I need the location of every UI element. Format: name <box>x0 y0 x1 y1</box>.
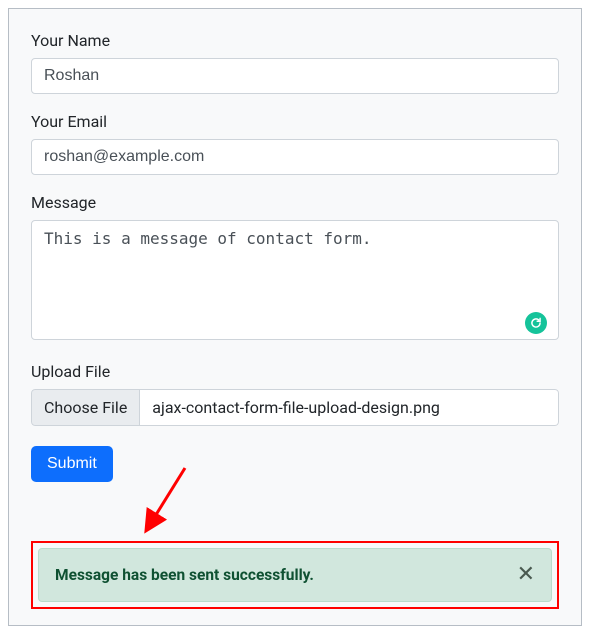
textarea-wrap <box>31 220 559 344</box>
message-group: Message <box>31 193 559 344</box>
file-name-display: ajax-contact-form-file-upload-design.png <box>140 389 559 426</box>
submit-button[interactable]: Submit <box>31 446 113 482</box>
name-input[interactable] <box>31 58 559 94</box>
email-group: Your Email <box>31 112 559 175</box>
alert-text: Message has been sent successfully. <box>55 566 314 584</box>
annotation-arrow-icon <box>135 460 195 540</box>
close-icon[interactable]: ✕ <box>517 564 535 586</box>
file-input-row: Choose File ajax-contact-form-file-uploa… <box>31 389 559 426</box>
email-input[interactable] <box>31 139 559 175</box>
name-group: Your Name <box>31 31 559 94</box>
email-label: Your Email <box>31 112 559 131</box>
message-label: Message <box>31 193 559 212</box>
alert-highlight: Message has been sent successfully. ✕ <box>31 541 559 609</box>
upload-label: Upload File <box>31 362 559 381</box>
message-input[interactable] <box>31 220 559 340</box>
grammarly-icon[interactable] <box>525 312 547 334</box>
contact-form-panel: Your Name Your Email Message Upload File… <box>8 8 582 626</box>
name-label: Your Name <box>31 31 559 50</box>
success-alert: Message has been sent successfully. ✕ <box>38 548 552 602</box>
upload-group: Upload File Choose File ajax-contact-for… <box>31 362 559 426</box>
choose-file-button[interactable]: Choose File <box>31 389 140 426</box>
